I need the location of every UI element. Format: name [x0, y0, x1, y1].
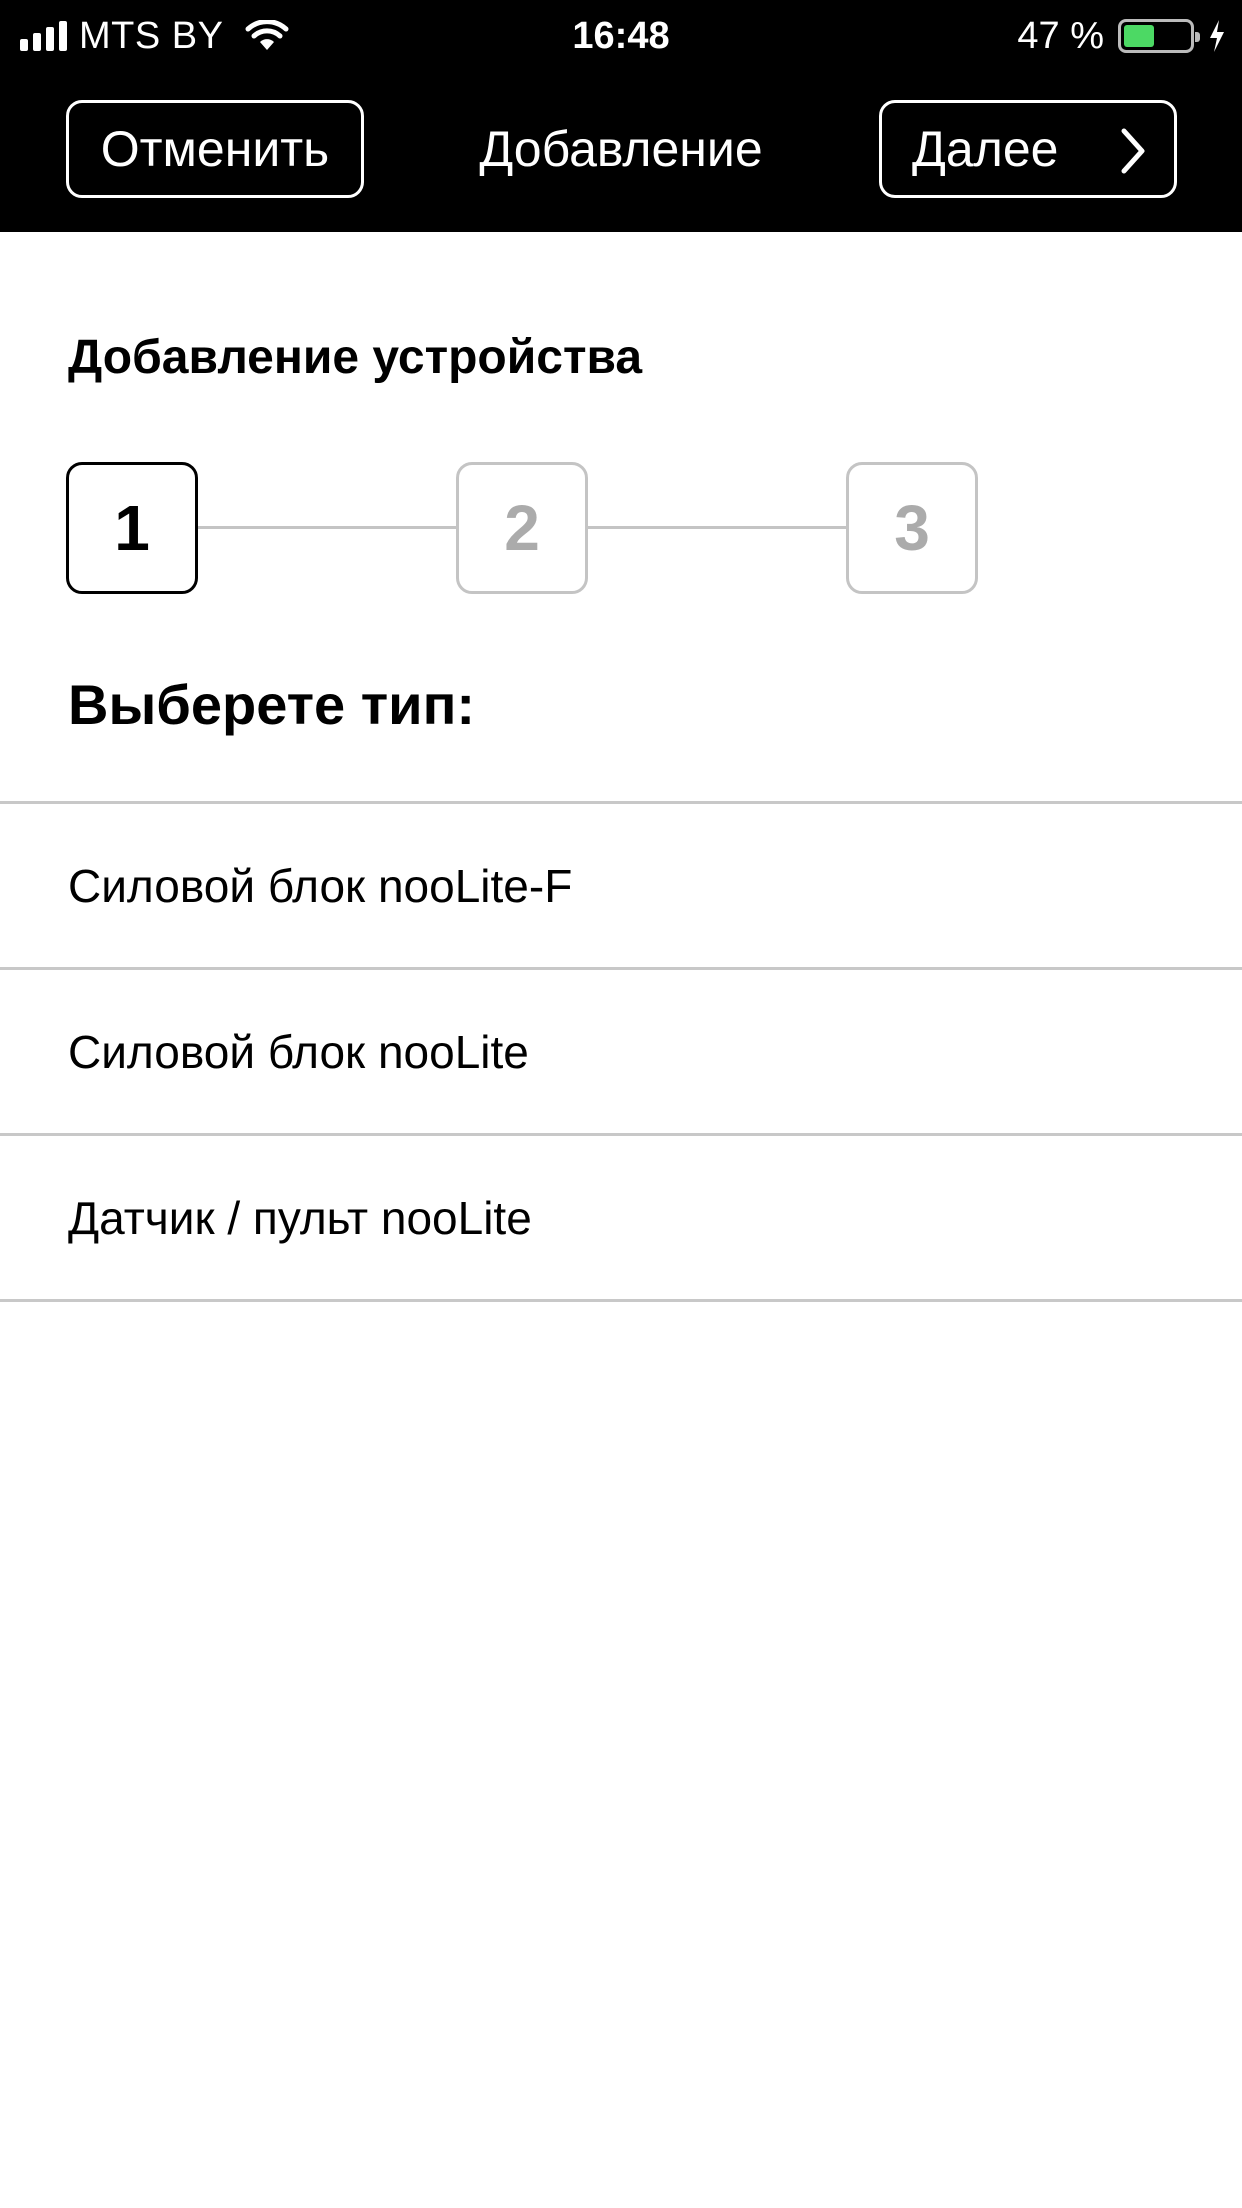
signal-bars-icon [20, 21, 67, 51]
cancel-button[interactable]: Отменить [66, 100, 364, 198]
status-bar: MTS BY 16:48 47 % [0, 0, 1242, 72]
battery-icon [1118, 19, 1200, 53]
step-2: 2 [456, 462, 588, 594]
navigation-bar: Отменить Добавление Далее [0, 72, 1242, 232]
step-indicator: 1 2 3 [66, 462, 979, 594]
next-button[interactable]: Далее [879, 100, 1177, 198]
battery-percent: 47 % [1017, 14, 1104, 57]
list-item-power-unit-noolite-f[interactable]: Силовой блок nooLite-F [0, 804, 1242, 970]
device-type-list: Силовой блок nooLite-F Силовой блок nooL… [0, 801, 1242, 1302]
step-3: 3 [846, 462, 978, 594]
charging-bolt-icon [1210, 20, 1224, 52]
step-1: 1 [66, 462, 198, 594]
list-item-sensor-remote-noolite[interactable]: Датчик / пульт nooLite [0, 1136, 1242, 1302]
battery-level-fill [1124, 25, 1155, 47]
chevron-right-icon [1121, 128, 1145, 174]
wifi-icon [245, 20, 289, 50]
choose-type-label: Выберете тип: [68, 673, 476, 736]
status-bar-left: MTS BY [20, 0, 289, 72]
section-title: Добавление устройства [68, 331, 643, 384]
status-bar-right: 47 % [1017, 0, 1226, 72]
carrier-name: MTS BY [79, 14, 224, 57]
list-item-power-unit-noolite[interactable]: Силовой блок nooLite [0, 970, 1242, 1136]
next-button-label: Далее [912, 121, 1059, 177]
